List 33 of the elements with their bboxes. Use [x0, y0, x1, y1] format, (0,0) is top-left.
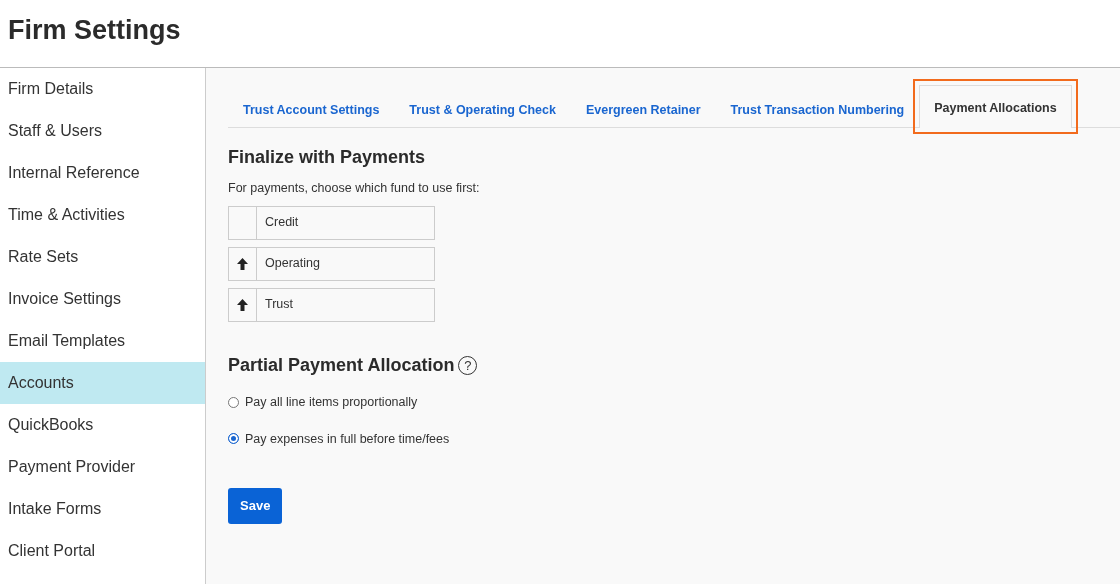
sidebar-item[interactable]: Internal Reference — [0, 152, 205, 194]
sidebar-item[interactable]: Accounts — [0, 362, 205, 404]
sidebar-item[interactable]: Rate Sets — [0, 236, 205, 278]
fund-label: Trust — [264, 296, 293, 314]
sidebar-item[interactable]: Invoice Settings — [0, 278, 205, 320]
sidebar-item[interactable]: Firm Details — [0, 68, 205, 110]
radio-button[interactable] — [228, 396, 239, 408]
sidebar-item[interactable]: Time & Activities — [0, 194, 205, 236]
fund-row[interactable]: Credit — [228, 205, 435, 240]
up-arrow-icon[interactable] — [237, 298, 248, 311]
fund-label: Operating — [264, 255, 320, 273]
sidebar-item[interactable]: Client Portal — [0, 530, 205, 572]
tab[interactable]: Evergreen Retainer — [570, 92, 716, 128]
save-button[interactable]: Save — [228, 488, 283, 524]
page-title: Firm Settings — [8, 14, 182, 47]
sidebar-item[interactable]: Staff & Users — [0, 110, 205, 152]
sidebar-item[interactable]: Intake Forms — [0, 488, 205, 530]
sidebar-item[interactable]: QuickBooks — [0, 404, 205, 446]
tab[interactable]: Trust Account Settings — [228, 92, 395, 128]
description-text: For payments, choose which fund to use first: — [228, 180, 481, 197]
section-heading: Partial Payment Allocation — [228, 353, 455, 377]
fund-row[interactable]: Trust — [228, 287, 435, 322]
section-heading: Finalize with Payments — [228, 146, 427, 169]
fund-row[interactable]: Operating — [228, 246, 435, 281]
tab[interactable]: Trust & Operating Check — [394, 92, 571, 128]
up-arrow-icon[interactable] — [237, 257, 248, 270]
sidebar-item[interactable]: Email Templates — [0, 320, 205, 362]
option-label: Pay expenses in full before time/fees — [245, 430, 450, 448]
tab[interactable]: Trust Transaction Numbering — [715, 92, 920, 128]
radio-button[interactable] — [228, 433, 239, 445]
option-label: Pay all line items proportionally — [245, 393, 418, 411]
fund-label: Credit — [264, 214, 299, 232]
sidebar-item[interactable]: Payment Provider — [0, 446, 205, 488]
